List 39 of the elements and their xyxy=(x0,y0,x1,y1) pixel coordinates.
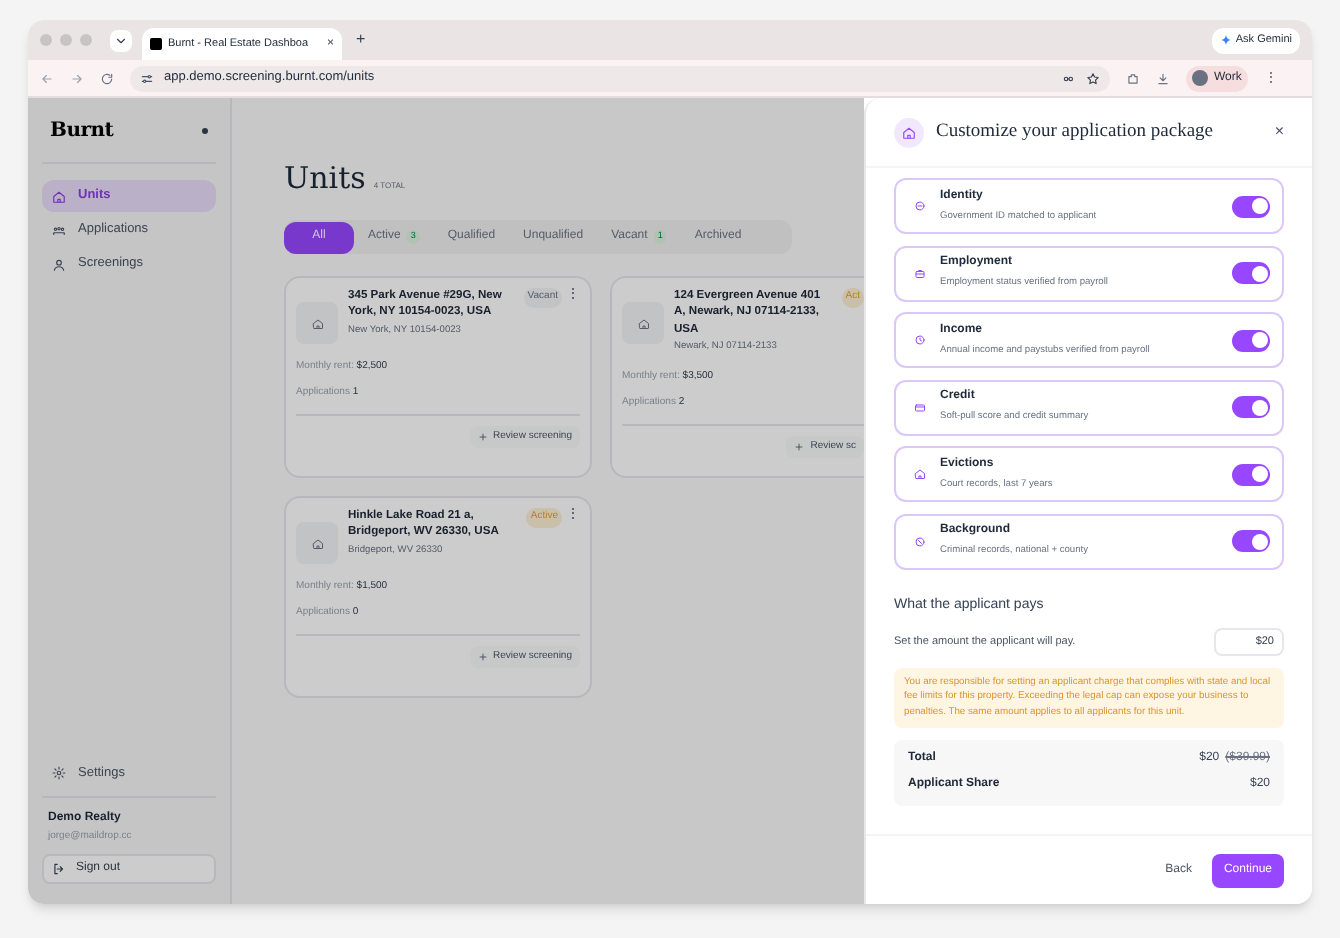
toggle-switch[interactable] xyxy=(1232,329,1270,351)
plus-icon xyxy=(794,442,805,453)
forward-icon[interactable] xyxy=(70,71,84,85)
toggle-switch[interactable] xyxy=(1232,262,1270,284)
favicon-icon xyxy=(150,38,162,50)
reload-icon[interactable] xyxy=(100,71,114,85)
clock-icon xyxy=(914,334,926,346)
download-icon[interactable] xyxy=(1156,71,1170,85)
page-title: Units xyxy=(284,164,366,194)
circle-icon xyxy=(914,535,926,547)
briefcase-icon xyxy=(914,267,926,279)
people-icon xyxy=(52,223,66,237)
card-icon xyxy=(914,401,926,413)
star-icon[interactable] xyxy=(1086,71,1100,85)
close-button[interactable]: × xyxy=(1274,120,1284,144)
toggle-switch[interactable] xyxy=(1232,530,1270,552)
gear-icon xyxy=(52,766,66,780)
house-icon xyxy=(637,317,649,329)
person-icon xyxy=(52,257,66,271)
house-icon xyxy=(311,317,323,329)
plus-icon xyxy=(477,652,488,662)
tab-list-button[interactable] xyxy=(110,29,132,51)
toggle-switch[interactable] xyxy=(1232,396,1270,418)
back-icon[interactable] xyxy=(40,71,54,85)
extensions-icon[interactable] xyxy=(1126,71,1140,85)
logo: Burnt xyxy=(50,118,114,146)
sparkle-icon xyxy=(1219,34,1232,46)
avatar-icon xyxy=(1192,70,1208,86)
panel-title: Customize your application package xyxy=(936,119,1215,146)
house-icon xyxy=(311,537,323,549)
toggle-switch[interactable] xyxy=(1232,195,1270,217)
toggle-switch[interactable] xyxy=(1232,463,1270,485)
house-icon xyxy=(914,468,926,480)
chevron-down-icon xyxy=(114,33,128,47)
sign-out-icon xyxy=(52,862,66,876)
plus-icon xyxy=(477,432,488,442)
site-settings-icon xyxy=(140,71,154,85)
house-icon xyxy=(52,189,66,203)
new-tab-button[interactable]: + xyxy=(356,28,366,52)
